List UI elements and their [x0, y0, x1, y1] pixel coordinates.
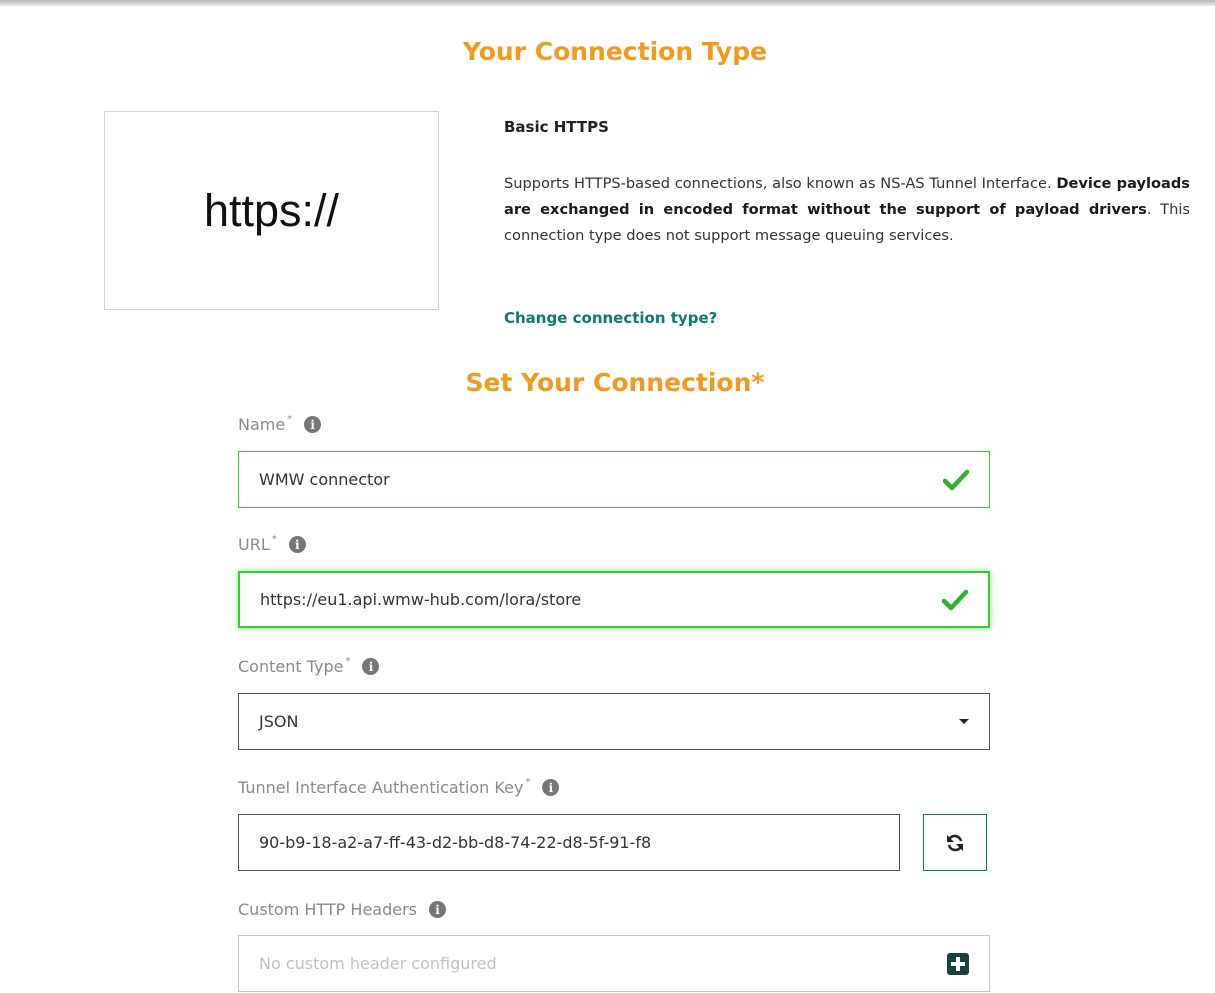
required-mark: *: [345, 656, 351, 667]
info-icon[interactable]: i: [542, 779, 560, 796]
plus-square-icon[interactable]: [947, 952, 969, 975]
name-input[interactable]: WMW connector: [238, 451, 990, 508]
connection-type-card: https://: [104, 111, 439, 310]
connection-type-card-text: https://: [203, 184, 340, 236]
required-mark: *: [271, 534, 277, 545]
url-input[interactable]: https://eu1.api.wmw-hub.com/lora/store: [238, 571, 990, 628]
info-icon[interactable]: i: [362, 658, 380, 675]
auth-key-input[interactable]: 90-b9-18-a2-a7-ff-43-d2-bb-d8-74-22-d8-5…: [238, 814, 900, 871]
regenerate-key-button[interactable]: [923, 814, 987, 871]
content-type-selected-value: JSON: [259, 712, 299, 731]
connection-type-title: Your Connection Type: [462, 37, 768, 66]
connection-type-description: Supports HTTPS-based connections, also k…: [504, 171, 1190, 249]
custom-headers-field[interactable]: No custom header configured: [238, 935, 990, 992]
required-mark: *: [287, 414, 293, 425]
url-label-text: URL: [238, 535, 270, 554]
custom-headers-label-text: Custom HTTP Headers: [238, 900, 418, 919]
required-mark: *: [525, 777, 531, 788]
description-text: Supports HTTPS-based connections, also k…: [504, 175, 1057, 192]
auth-key-input-value: 90-b9-18-a2-a7-ff-43-d2-bb-d8-74-22-d8-5…: [259, 833, 652, 852]
check-icon: [943, 469, 969, 490]
auth-key-label-text: Tunnel Interface Authentication Key: [238, 778, 524, 797]
name-label-text: Name: [238, 415, 286, 434]
content-type-label-text: Content Type: [238, 657, 344, 676]
connection-type-name: Basic HTTPS: [504, 118, 609, 136]
check-icon: [942, 589, 968, 610]
info-icon[interactable]: i: [304, 416, 322, 433]
name-input-value: WMW connector: [259, 470, 390, 489]
top-shadow-bar: [0, 0, 1215, 6]
info-icon[interactable]: i: [429, 901, 447, 918]
content-type-label: Content Type * i: [238, 656, 380, 676]
info-icon[interactable]: i: [288, 536, 306, 553]
set-connection-title: Set Your Connection*: [465, 368, 765, 397]
name-label: Name * i: [238, 414, 322, 434]
custom-headers-label: Custom HTTP Headers i: [238, 900, 447, 919]
auth-key-label: Tunnel Interface Authentication Key * i: [238, 777, 560, 797]
change-connection-type-link[interactable]: Change connection type?: [504, 309, 717, 327]
content-type-select[interactable]: JSON: [238, 693, 990, 750]
custom-headers-placeholder: No custom header configured: [259, 954, 497, 973]
caret-down-icon: [959, 719, 969, 724]
url-input-value: https://eu1.api.wmw-hub.com/lora/store: [260, 590, 582, 609]
url-label: URL * i: [238, 534, 306, 554]
refresh-icon: [947, 834, 963, 851]
